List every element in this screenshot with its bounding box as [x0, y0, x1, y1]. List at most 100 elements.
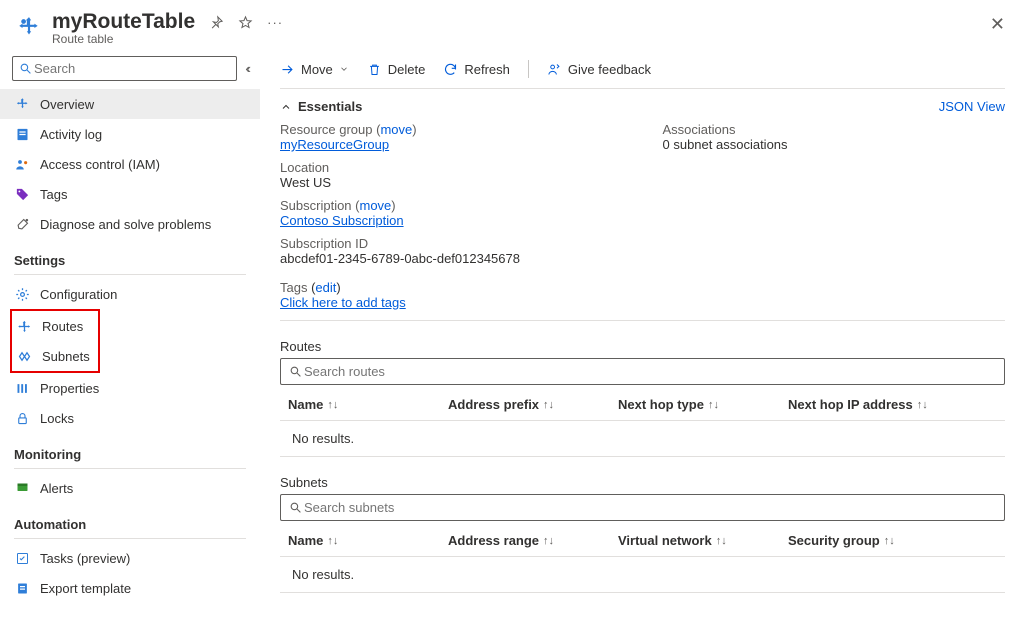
- routes-search-input[interactable]: [302, 363, 996, 380]
- sidebar-item-tags[interactable]: Tags: [0, 179, 260, 209]
- subscription-label: Subscription (move): [280, 198, 623, 213]
- tags-edit-link[interactable]: edit: [315, 280, 336, 295]
- subnets-col-name[interactable]: Name↑↓: [288, 533, 448, 548]
- collapse-sidebar-icon[interactable]: ‹‹: [245, 61, 248, 76]
- tag-icon: [14, 186, 30, 202]
- resource-group-label: Resource group (move): [280, 122, 623, 137]
- sidebar-item-label: Properties: [40, 381, 99, 396]
- route-table-icon: [16, 15, 42, 41]
- location-label: Location: [280, 160, 623, 175]
- location-value: West US: [280, 175, 623, 190]
- sidebar-item-locks[interactable]: Locks: [0, 403, 260, 433]
- subscription-link[interactable]: Contoso Subscription: [280, 213, 404, 228]
- refresh-button[interactable]: Refresh: [443, 62, 510, 77]
- sidebar-item-alerts[interactable]: Alerts: [0, 473, 260, 503]
- subscription-id-label: Subscription ID: [280, 236, 623, 251]
- subnets-search[interactable]: [280, 494, 1005, 521]
- search-icon: [289, 501, 302, 514]
- sidebar-search-input[interactable]: [32, 60, 230, 77]
- feedback-button[interactable]: Give feedback: [547, 62, 651, 77]
- sidebar-item-label: Overview: [40, 97, 94, 112]
- sidebar-item-label: Locks: [40, 411, 74, 426]
- sidebar-item-activity-log[interactable]: Activity log: [0, 119, 260, 149]
- json-view-link[interactable]: JSON View: [939, 99, 1005, 114]
- chevron-up-icon: [280, 101, 292, 113]
- sort-icon: ↑↓: [327, 535, 338, 547]
- routes-icon: [16, 318, 32, 334]
- routes-table-header: Name↑↓ Address prefix↑↓ Next hop type↑↓ …: [280, 389, 1005, 421]
- sort-icon: ↑↓: [327, 399, 338, 411]
- sort-icon: ↑↓: [543, 535, 554, 547]
- close-icon[interactable]: ✕: [990, 14, 1005, 35]
- delete-button[interactable]: Delete: [367, 62, 426, 77]
- toolbar-separator: [528, 60, 529, 78]
- routes-col-name[interactable]: Name↑↓: [288, 397, 448, 412]
- diagnose-icon: [14, 216, 30, 232]
- sidebar-item-overview[interactable]: Overview: [0, 89, 260, 119]
- log-icon: [14, 126, 30, 142]
- search-icon: [19, 62, 32, 75]
- sidebar-item-label: Export template: [40, 581, 131, 596]
- command-bar: Move Delete Refresh Give feedback: [280, 50, 1005, 89]
- associations-label: Associations: [663, 122, 1006, 137]
- refresh-icon: [443, 62, 458, 77]
- blade-header: myRouteTable ··· Route table ✕: [0, 0, 1025, 50]
- main-content: Move Delete Refresh Give feedback: [260, 50, 1025, 636]
- subscription-move-link[interactable]: move: [360, 198, 392, 213]
- routes-section-title: Routes: [280, 339, 1005, 354]
- subnets-col-virtual-network[interactable]: Virtual network↑↓: [618, 533, 788, 548]
- tasks-icon: [14, 550, 30, 566]
- sidebar-item-export-template[interactable]: Export template: [0, 573, 260, 603]
- sidebar-item-configuration[interactable]: Configuration: [0, 279, 260, 309]
- essentials-header[interactable]: Essentials JSON View: [280, 89, 1005, 122]
- subnets-section-title: Subnets: [280, 475, 1005, 490]
- sidebar-item-iam[interactable]: Access control (IAM): [0, 149, 260, 179]
- star-icon[interactable]: [238, 15, 253, 30]
- highlighted-nav-items: Routes Subnets: [10, 309, 100, 373]
- sidebar-item-label: Tags: [40, 187, 67, 202]
- properties-icon: [14, 380, 30, 396]
- chevron-down-icon: [339, 64, 349, 74]
- associations-value: 0 subnet associations: [663, 137, 1006, 152]
- route-table-icon: [14, 96, 30, 112]
- subnets-col-address-range[interactable]: Address range↑↓: [448, 533, 618, 548]
- resource-group-move-link[interactable]: move: [380, 122, 412, 137]
- feedback-icon: [547, 62, 562, 77]
- resource-group-link[interactable]: myResourceGroup: [280, 137, 389, 152]
- move-button[interactable]: Move: [280, 62, 349, 77]
- sidebar-item-routes[interactable]: Routes: [12, 311, 98, 341]
- sidebar-item-label: Configuration: [40, 287, 117, 302]
- sidebar: ‹‹ Overview Activity log Access control …: [0, 50, 260, 636]
- routes-col-address-prefix[interactable]: Address prefix↑↓: [448, 397, 618, 412]
- arrow-right-icon: [280, 62, 295, 77]
- sidebar-search[interactable]: [12, 56, 237, 81]
- alerts-icon: [14, 480, 30, 496]
- pin-icon[interactable]: [209, 15, 224, 30]
- subnets-empty: No results.: [280, 557, 1005, 593]
- sidebar-item-subnets[interactable]: Subnets: [12, 341, 98, 371]
- page-subtitle: Route table: [52, 32, 283, 46]
- page-title: myRouteTable: [52, 10, 195, 34]
- sidebar-item-label: Diagnose and solve problems: [40, 217, 211, 232]
- routes-search[interactable]: [280, 358, 1005, 385]
- subnets-icon: [16, 348, 32, 364]
- sidebar-group-settings: Settings: [0, 239, 260, 270]
- sort-icon: ↑↓: [716, 535, 727, 547]
- essentials-panel: Resource group (move) myResourceGroup Lo…: [280, 122, 1005, 274]
- sidebar-item-properties[interactable]: Properties: [0, 373, 260, 403]
- sidebar-item-diagnose[interactable]: Diagnose and solve problems: [0, 209, 260, 239]
- sidebar-item-tasks[interactable]: Tasks (preview): [0, 543, 260, 573]
- subnets-table-header: Name↑↓ Address range↑↓ Virtual network↑↓…: [280, 525, 1005, 557]
- subnets-search-input[interactable]: [302, 499, 996, 516]
- sidebar-group-automation: Automation: [0, 503, 260, 534]
- export-icon: [14, 580, 30, 596]
- sidebar-item-label: Access control (IAM): [40, 157, 160, 172]
- routes-col-next-hop-type[interactable]: Next hop type↑↓: [618, 397, 788, 412]
- add-tags-link[interactable]: Click here to add tags: [280, 295, 406, 310]
- sort-icon: ↑↓: [917, 399, 928, 411]
- sort-icon: ↑↓: [543, 399, 554, 411]
- more-icon[interactable]: ···: [267, 15, 283, 30]
- sidebar-item-label: Activity log: [40, 127, 102, 142]
- subnets-col-security-group[interactable]: Security group↑↓: [788, 533, 1005, 548]
- routes-col-next-hop-ip[interactable]: Next hop IP address↑↓: [788, 397, 1005, 412]
